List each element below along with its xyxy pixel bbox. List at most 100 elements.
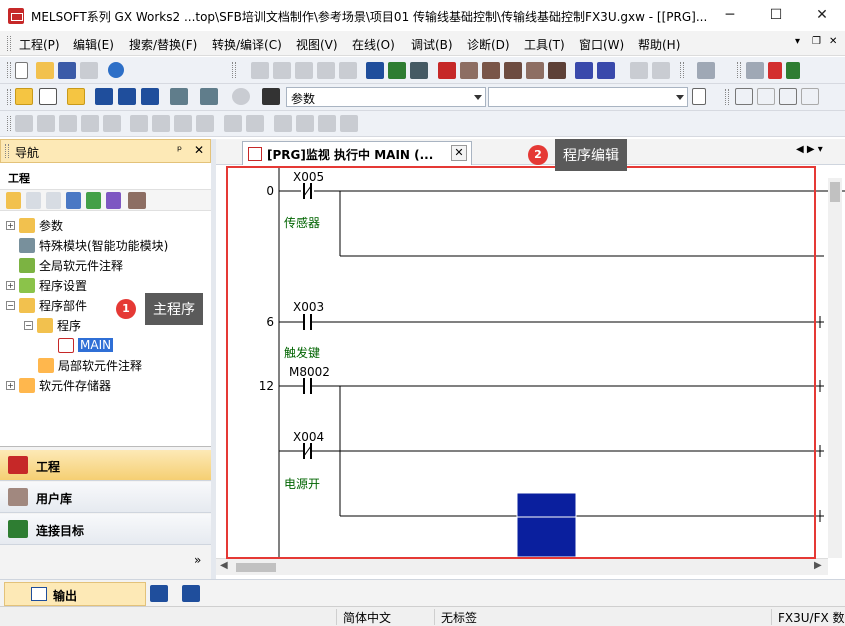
ladder-symbol-icon[interactable] xyxy=(246,115,264,132)
redo-icon[interactable] xyxy=(339,62,357,79)
ladder-symbol-icon[interactable] xyxy=(224,115,242,132)
online-read-icon[interactable] xyxy=(366,62,384,79)
cut-icon[interactable] xyxy=(251,62,269,79)
close-button[interactable]: ✕ xyxy=(799,0,845,30)
tree-item-program-setting[interactable]: + 程序设置 xyxy=(6,276,87,294)
maximize-button[interactable]: ☐ xyxy=(753,0,799,30)
list-mode-icon[interactable] xyxy=(67,88,85,105)
copy-icon[interactable] xyxy=(273,62,291,79)
tree-item-main[interactable]: MAIN xyxy=(58,336,114,354)
dev-register-icon[interactable] xyxy=(141,88,159,105)
copy-item-icon[interactable] xyxy=(26,192,41,209)
scroll-right-icon[interactable]: ▶ xyxy=(814,560,822,571)
undo-icon[interactable] xyxy=(317,62,335,79)
nav-library-button[interactable]: 用户库 xyxy=(0,482,211,513)
menu-edit[interactable]: 编辑(E) xyxy=(73,36,114,53)
ladder-mode-icon[interactable] xyxy=(15,88,33,105)
tree-item-special-module[interactable]: 特殊模块(智能功能模块) xyxy=(19,236,168,254)
pin-icon[interactable]: ᵖ xyxy=(177,143,182,157)
warning-icon[interactable] xyxy=(786,62,800,79)
ladder-symbol-icon[interactable] xyxy=(152,115,170,132)
menu-help[interactable]: 帮助(H) xyxy=(638,36,680,53)
sf6-contact-icon[interactable] xyxy=(801,88,819,105)
find-device-icon[interactable] xyxy=(200,88,218,105)
ladder-icon[interactable] xyxy=(106,192,121,209)
tree-item-device-memory[interactable]: + 软元件存储器 xyxy=(6,376,111,394)
mdi-minimize-button[interactable]: ▾ xyxy=(795,36,800,47)
monitor-stop-icon[interactable] xyxy=(460,62,478,79)
ladder-symbol-icon[interactable] xyxy=(81,115,99,132)
ladder-symbol-icon[interactable] xyxy=(274,115,292,132)
device-batch-icon[interactable] xyxy=(575,62,593,79)
sf5-contact-icon[interactable] xyxy=(757,88,775,105)
tab-prg-main[interactable]: [PRG]监视 执行中 MAIN (... ✕ xyxy=(242,141,472,165)
device-combo[interactable] xyxy=(488,87,688,107)
ladder-symbol-icon[interactable] xyxy=(196,115,214,132)
dev-batch-tab-icon[interactable] xyxy=(182,585,200,602)
mdi-restore-button[interactable]: ❐ xyxy=(812,36,821,47)
dev-monitor-icon[interactable] xyxy=(95,88,113,105)
mdi-close-button[interactable]: ✕ xyxy=(829,36,837,47)
f6-contact-icon[interactable] xyxy=(779,88,797,105)
tree-item-program[interactable]: − 程序 xyxy=(24,316,81,334)
vertical-scrollbar[interactable] xyxy=(828,178,842,558)
property-icon[interactable] xyxy=(66,192,81,209)
monitor-start-icon[interactable] xyxy=(438,62,456,79)
search-combo[interactable]: 参数 xyxy=(286,87,486,107)
collapse-icon[interactable]: − xyxy=(24,320,33,330)
run-icon[interactable] xyxy=(768,62,782,79)
new-file-icon[interactable] xyxy=(15,62,28,79)
menu-online[interactable]: 在线(O) xyxy=(352,36,395,53)
collapse-icon[interactable]: − xyxy=(6,300,15,310)
scroll-thumb[interactable] xyxy=(236,563,276,572)
tab-nav-icon[interactable]: ◀ ▶ ▾ xyxy=(796,144,823,155)
menu-project[interactable]: 工程(P) xyxy=(19,36,60,53)
comment-icon[interactable] xyxy=(630,62,648,79)
expand-icon[interactable]: + xyxy=(6,280,15,290)
document-icon[interactable] xyxy=(692,88,706,105)
tree-item-program-parts[interactable]: − 程序部件 xyxy=(6,296,87,314)
menu-convert[interactable]: 转换/编译(C) xyxy=(212,36,282,53)
dev-batch-icon[interactable] xyxy=(118,88,136,105)
paste-icon[interactable] xyxy=(295,62,313,79)
statement-icon[interactable] xyxy=(652,62,670,79)
ladder-symbol-icon[interactable] xyxy=(340,115,358,132)
paste-item-icon[interactable] xyxy=(46,192,61,209)
ladder-symbol-icon[interactable] xyxy=(130,115,148,132)
menu-search[interactable]: 搜索/替换(F) xyxy=(129,36,197,53)
dev-watch-tab-icon[interactable] xyxy=(150,585,168,602)
help-search-icon[interactable] xyxy=(232,88,250,105)
sort-icon[interactable] xyxy=(128,192,146,209)
more-icon[interactable]: » xyxy=(194,553,201,567)
expand-icon[interactable]: + xyxy=(6,380,15,390)
block-icon[interactable] xyxy=(39,88,57,105)
output-tab[interactable]: 输出 xyxy=(4,582,146,606)
ladder-insert-icon[interactable] xyxy=(697,62,715,79)
step-icon[interactable] xyxy=(746,62,764,79)
menu-debug[interactable]: 调试(B) xyxy=(411,36,453,53)
nav-connection-button[interactable]: 连接目标 xyxy=(0,514,211,545)
horizontal-scrollbar[interactable]: ◀ ▶ xyxy=(216,558,828,575)
refresh-icon[interactable] xyxy=(86,192,101,209)
ladder-symbol-icon[interactable] xyxy=(15,115,33,132)
scroll-left-icon[interactable]: ◀ xyxy=(220,560,228,571)
menu-window[interactable]: 窗口(W) xyxy=(579,36,624,53)
new-item-icon[interactable] xyxy=(6,192,21,209)
tree-item-parameter[interactable]: + 参数 xyxy=(6,216,63,234)
save-icon[interactable] xyxy=(58,62,76,79)
menu-diagnose[interactable]: 诊断(D) xyxy=(467,36,510,53)
help-icon[interactable] xyxy=(108,62,124,78)
ladder-symbol-icon[interactable] xyxy=(59,115,77,132)
print-icon[interactable] xyxy=(80,62,98,79)
scroll-thumb[interactable] xyxy=(830,182,840,202)
display-icon[interactable] xyxy=(170,88,188,105)
tree-item-global-comment[interactable]: 全局软元件注释 xyxy=(19,256,123,274)
open-folder-icon[interactable] xyxy=(36,62,54,79)
nav-close-button[interactable]: ✕ xyxy=(194,143,204,157)
verify-icon[interactable] xyxy=(410,62,428,79)
device-watch-icon[interactable] xyxy=(548,62,566,79)
f5-contact-icon[interactable] xyxy=(735,88,753,105)
ladder-symbol-icon[interactable] xyxy=(37,115,55,132)
ladder-symbol-icon[interactable] xyxy=(318,115,336,132)
device-test-icon[interactable] xyxy=(597,62,615,79)
